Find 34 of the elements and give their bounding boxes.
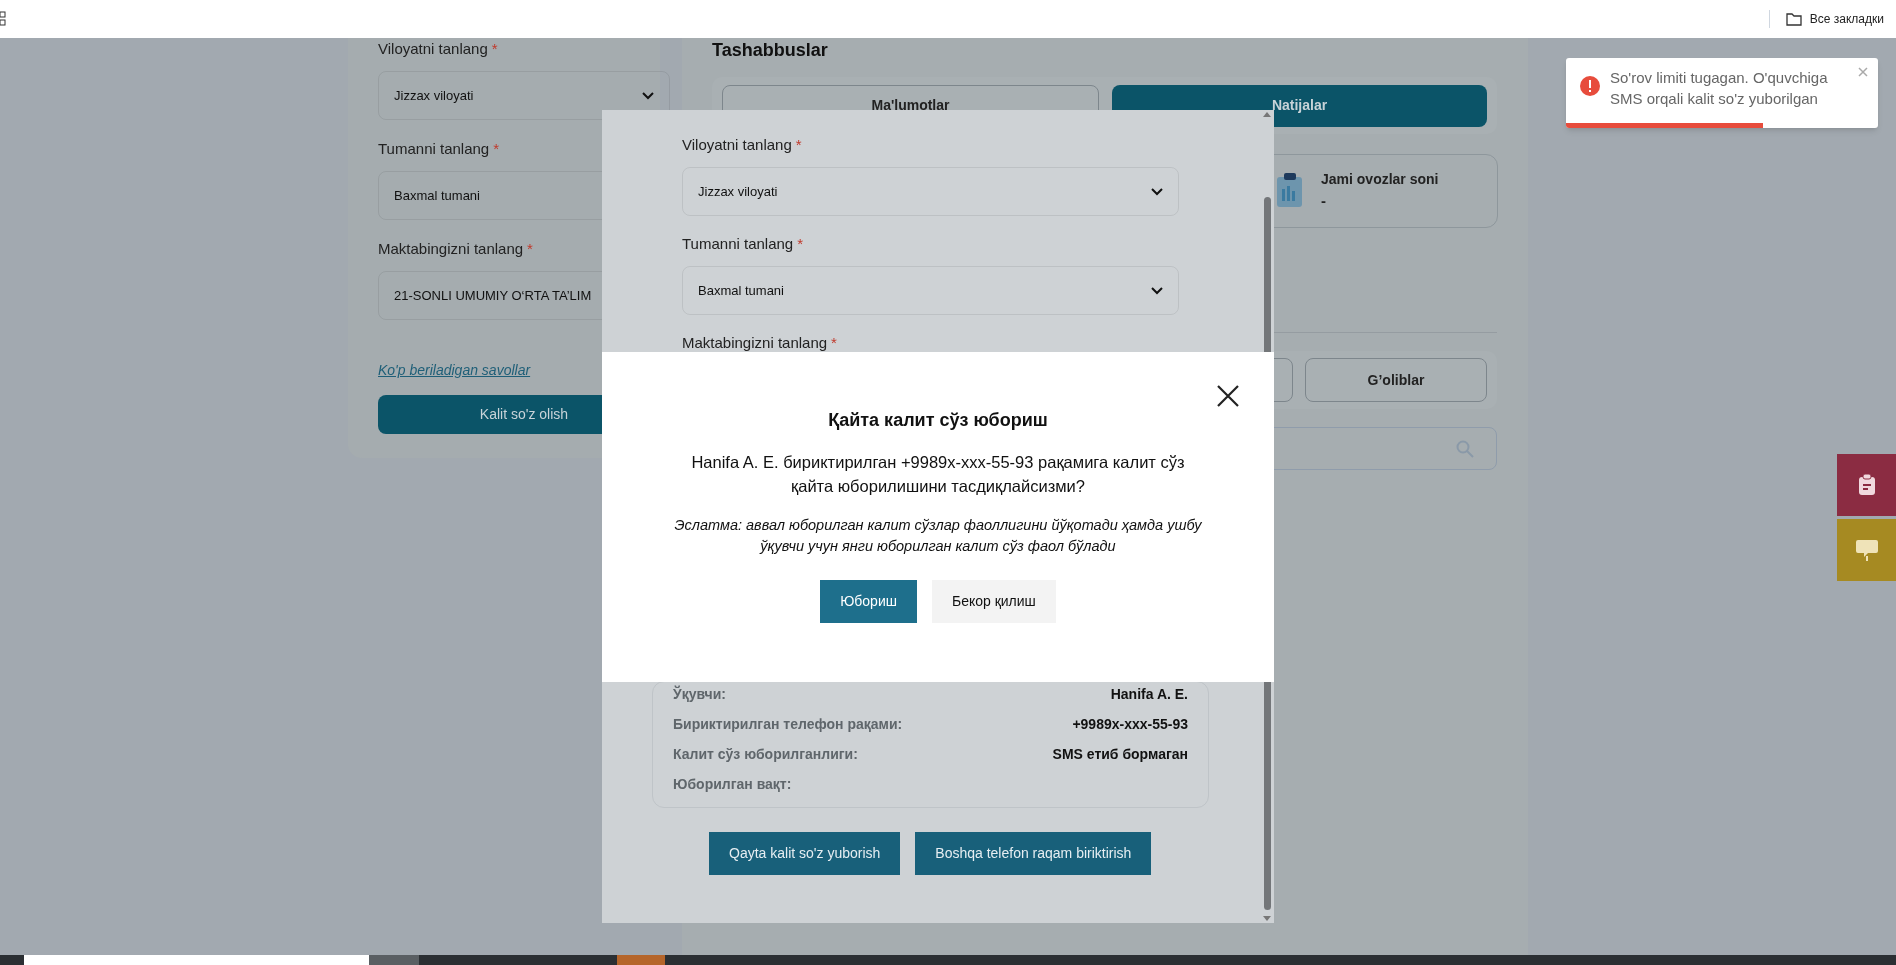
required-mark: * [797,233,804,254]
stat-value: - [1321,191,1327,212]
required-mark: * [795,134,802,155]
required-mark: * [527,238,533,259]
info-value: +9989x-xxx-55-93 [1072,715,1188,733]
action-button[interactable]: Qayta kalit so'z yuborish [709,832,901,875]
field-label: Viloyatni tanlang [378,38,488,59]
bookmarks-button[interactable]: Все закладки [1768,10,1896,28]
required-mark: * [491,38,498,59]
action-button[interactable]: Boshqa telefon raqam biriktirish [915,832,1152,875]
dialog-message: Hanifa A. E. бириктирилган +9989x-xxx-55-93 рақамига калит сўз қайта юборилишини тасдиқлайсизми? [690,452,1186,497]
dialog-note: Эслатма: аввал юборилган калит сўзлар фаоллигини йўқотади ҳамда ушбу ўқувчи учун янги юборилган калит сўз фаол бўлади [673,516,1203,556]
required-mark: * [831,332,837,353]
field-label: Tumanni tanlang [682,233,794,254]
field-label: Maktabingizni tanlang [682,332,828,353]
select-field[interactable]: Jizzax viloyati [682,167,1179,216]
cancel-button[interactable]: Бекор қилиш [931,580,1056,623]
info-value: Hanifa A. E. [1110,685,1188,703]
toast-message: So'rov limiti tugagan. O'quvchiga SMS orqali kalit so'z yuborilgan [1610,68,1829,109]
stat-label: Jami ovozlar soni [1321,170,1439,190]
tab[interactable]: G’oliblar [1305,358,1487,402]
dialog-title: Қайта калит сўз юбориш [828,409,1048,432]
info-label: Юборилган вақт: [673,775,792,793]
select-field[interactable]: Baxmal tumani [682,266,1179,315]
page-title: Tashabbuslar [712,39,829,62]
field-label: Maktabingizni tanlang [378,238,524,259]
info-label: Бириктирилган телефон рақами: [673,715,903,733]
field-label: Viloyatni tanlang [682,134,792,155]
confirm-button[interactable]: Юбориш [820,580,917,623]
info-label: Калит сўз юборилганлиги: [673,745,858,763]
field-label: Tumanni tanlang [378,138,490,159]
info-value: SMS етиб бормаган [1052,745,1188,763]
required-mark: * [493,138,500,159]
info-label: Ўқувчи: [673,684,726,703]
